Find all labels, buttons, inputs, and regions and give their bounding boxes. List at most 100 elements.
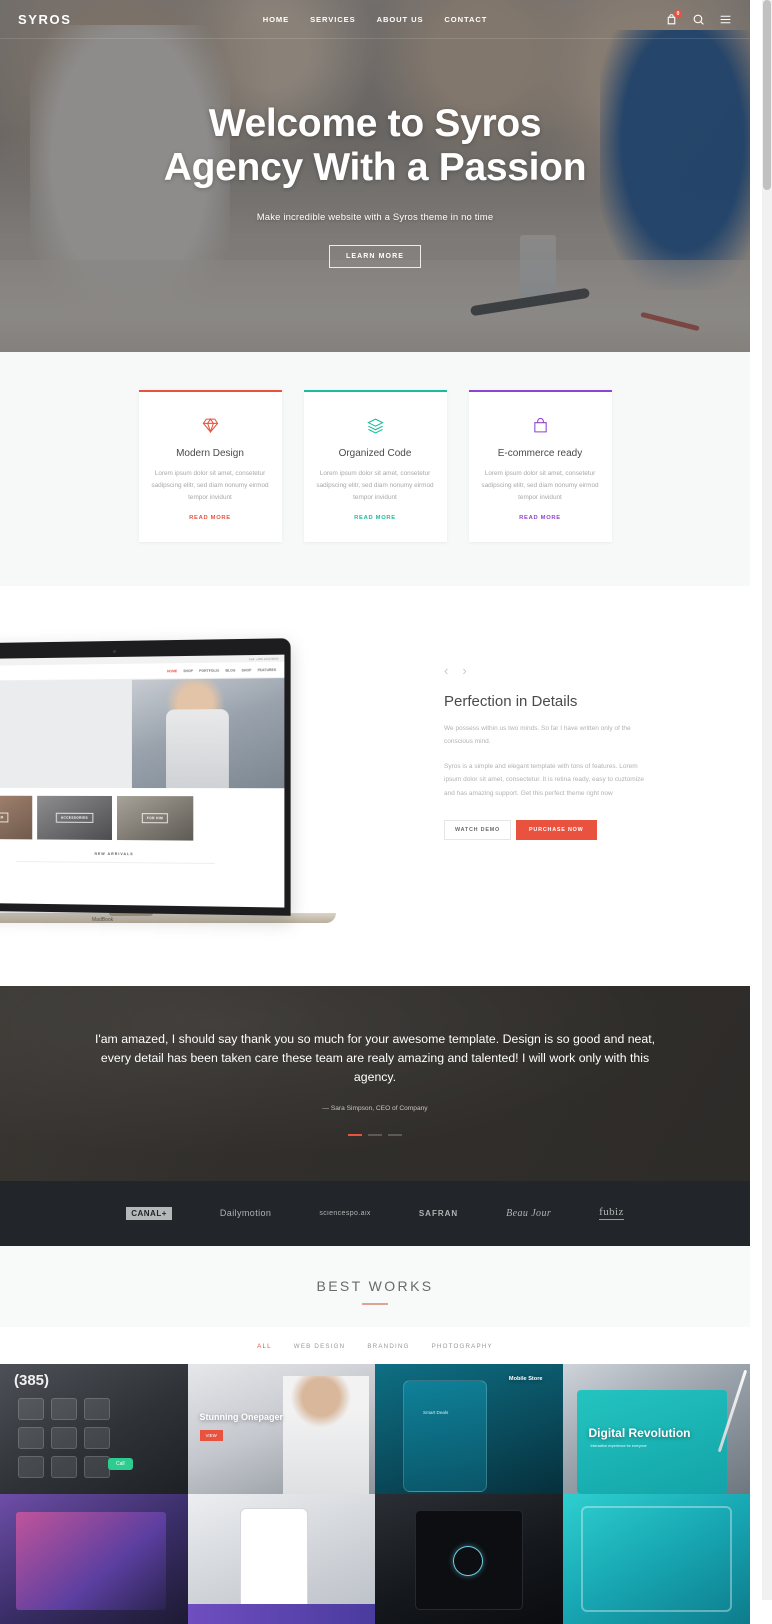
preview-nav-item: FEATURES: [257, 666, 277, 672]
feature-read-more-link[interactable]: READ MORE: [354, 515, 396, 521]
nav-item-contact[interactable]: CONTACT: [444, 15, 487, 24]
slider-dot[interactable]: [348, 1134, 362, 1137]
purchase-now-button[interactable]: PURCHASE NOW: [516, 820, 597, 841]
work-tile-photo: [283, 1375, 369, 1494]
best-works-title: BEST WORKS: [316, 1277, 434, 1294]
hero-title-line-1: Welcome to Syros: [208, 102, 542, 146]
preview-nav-item: HOME: [167, 668, 178, 673]
work-tile-caption: Stunning Onepager: [199, 1411, 284, 1422]
detail-paragraph-2: Syros is a simple and elegant template w…: [444, 763, 645, 797]
preview-hero-photo: [131, 677, 285, 788]
cart-count-badge: 0: [674, 9, 682, 18]
search-icon[interactable]: [692, 13, 705, 26]
work-tile-subcaption: Interactive experience for everyone: [590, 1443, 647, 1448]
main-navigation: HOME SERVICES ABOUT US CONTACT: [168, 15, 582, 24]
menu-icon[interactable]: [719, 13, 732, 26]
feature-body: Lorem ipsum dolor sit amet, consetetur s…: [151, 470, 269, 501]
slider-dot[interactable]: [368, 1134, 382, 1137]
work-tile-mobile-store[interactable]: Mobile Store Smart Deals: [375, 1363, 563, 1494]
watch-demo-button[interactable]: WATCH DEMO: [444, 820, 512, 841]
nav-item-home[interactable]: HOME: [263, 15, 289, 24]
feature-body: Lorem ipsum dolor sit amet, consetetur s…: [481, 470, 599, 501]
preview-tile: ACCESSORIES: [37, 795, 113, 840]
hero-content: Welcome to Syros Agency With a Passion M…: [0, 0, 750, 352]
dialer-keys-icon: [18, 1397, 110, 1478]
preview-tile-label: FOR HER: [0, 811, 9, 822]
detail-title: Perfection in Details: [444, 692, 578, 710]
next-arrow-icon[interactable]: ›: [462, 664, 466, 677]
hero-subtitle: Make incredible website with a Syros the…: [256, 211, 494, 223]
feature-card-organized-code[interactable]: Organized Code Lorem ipsum dolor sit ame…: [303, 390, 447, 542]
best-works-section: BEST WORKS ALL WEB DESIGN BRANDING PHOTO…: [0, 1245, 750, 1624]
preview-site: Welcome to Syros Store Call: +386 1234 5…: [0, 654, 285, 908]
preview-new-arrivals: NEW ARRIVALS: [0, 850, 284, 864]
work-tile-tablet-mockup: [576, 1389, 727, 1494]
work-tile-phone-mockup: [403, 1379, 487, 1492]
work-tile-onepager[interactable]: Stunning Onepager VIEW: [187, 1363, 375, 1494]
preview-category-tiles: FOR HER ACCESSORIES FOR HIM: [0, 787, 284, 841]
works-grid: (385) Call Stunning Onepager VIEW Mobile…: [0, 1363, 750, 1624]
features-section: Modern Design Lorem ipsum dolor sit amet…: [0, 352, 750, 586]
slider-dot[interactable]: [388, 1134, 402, 1137]
shopping-bag-icon: [479, 412, 602, 438]
preview-tile: FOR HIM: [116, 795, 194, 841]
feature-read-more-link[interactable]: READ MORE: [519, 515, 561, 521]
feature-title: Modern Design: [176, 448, 244, 459]
detail-paragraph-1: We possess within us two minds. So far I…: [444, 724, 631, 745]
feature-card-ecommerce-ready[interactable]: E-commerce ready Lorem ipsum dolor sit a…: [468, 390, 612, 542]
webcam-dot: [112, 649, 116, 653]
work-tile-frame: [580, 1505, 732, 1612]
layers-icon: [314, 412, 437, 438]
learn-more-button[interactable]: LEARN MORE: [328, 244, 422, 268]
work-tile-teal[interactable]: [562, 1493, 750, 1624]
laptop-mockup: Welcome to Syros Store Call: +386 1234 5…: [0, 637, 350, 923]
testimonial-slider-dots: [348, 1134, 402, 1137]
filter-branding[interactable]: BRANDING: [367, 1343, 409, 1350]
nav-item-about-us[interactable]: ABOUT US: [377, 15, 424, 24]
showcase-detail: ‹ › Perfection in Details We possess wit…: [444, 664, 649, 841]
work-tile-caption: Digital Revolution: [588, 1425, 691, 1440]
client-logo-safran: SAFRAN: [418, 1208, 459, 1218]
preview-nav-item: BLOG: [225, 667, 236, 672]
filter-photography[interactable]: PHOTOGRAPHY: [432, 1343, 493, 1350]
filter-all[interactable]: ALL: [257, 1343, 272, 1350]
filter-web-design[interactable]: WEB DESIGN: [294, 1343, 346, 1350]
client-logo-fubiz: fubiz: [599, 1206, 624, 1221]
brand-logo[interactable]: SYROS: [18, 12, 168, 27]
laptop-screen: Welcome to Syros Store Call: +386 1234 5…: [0, 637, 291, 916]
scrollbar-thumb[interactable]: [763, 0, 771, 190]
feature-title: E-commerce ready: [497, 448, 583, 459]
header-icons: 0: [582, 9, 732, 26]
work-tile-caption: Mobile Store: [508, 1375, 543, 1382]
preview-hero: Best Suits For Real Men Amazing Italian …: [0, 677, 285, 788]
client-logo-sciencespo-aix: sciencespo.aix: [319, 1209, 371, 1217]
preview-nav-item: SHOP: [241, 667, 252, 672]
preview-nav-item: SHOP: [183, 668, 194, 673]
title-underline: [362, 1302, 388, 1305]
client-logo-beau-jour: Beau Jour: [506, 1207, 552, 1219]
work-tile-screen: [16, 1511, 166, 1610]
nav-item-services[interactable]: SERVICES: [310, 15, 355, 24]
preview-topbar-right: Call: +386 1234 5678: [248, 655, 279, 661]
preview-nav-links: HOME SHOP PORTFOLIO BLOG SHOP FEATURES: [167, 667, 276, 672]
testimonial-quote: I'am amazed, I should say thank you so m…: [94, 1031, 656, 1085]
work-tile-footer-bar: [187, 1603, 375, 1624]
preview-nav-item: PORTFOLIO: [199, 667, 220, 673]
showcase-section: Welcome to Syros Store Call: +386 1234 5…: [0, 585, 750, 986]
work-tile-music-app[interactable]: [0, 1493, 188, 1624]
work-tile-bistro[interactable]: [187, 1493, 375, 1624]
work-tile-phone-dialer[interactable]: (385) Call: [0, 1363, 188, 1494]
prev-arrow-icon[interactable]: ‹: [444, 664, 448, 677]
work-tile-dark-tablet[interactable]: [375, 1493, 563, 1624]
cart-icon[interactable]: 0: [665, 9, 682, 26]
call-button-icon: Call: [108, 1457, 133, 1470]
hero-title-line-2: Agency With a Passion: [163, 146, 587, 189]
work-tile-digital-revolution[interactable]: Digital Revolution Interactive experienc…: [562, 1363, 750, 1494]
feature-body: Lorem ipsum dolor sit amet, consetetur s…: [316, 470, 434, 501]
feature-read-more-link[interactable]: READ MORE: [189, 515, 231, 521]
page-scrollbar[interactable]: [762, 0, 772, 1600]
clients-logos-bar: CANAL+ Dailymotion sciencespo.aix SAFRAN…: [0, 1180, 750, 1246]
detail-buttons: WATCH DEMO PURCHASE NOW: [444, 820, 649, 841]
preview-tile-label: ACCESSORIES: [55, 812, 93, 823]
feature-card-modern-design[interactable]: Modern Design Lorem ipsum dolor sit amet…: [138, 390, 282, 542]
